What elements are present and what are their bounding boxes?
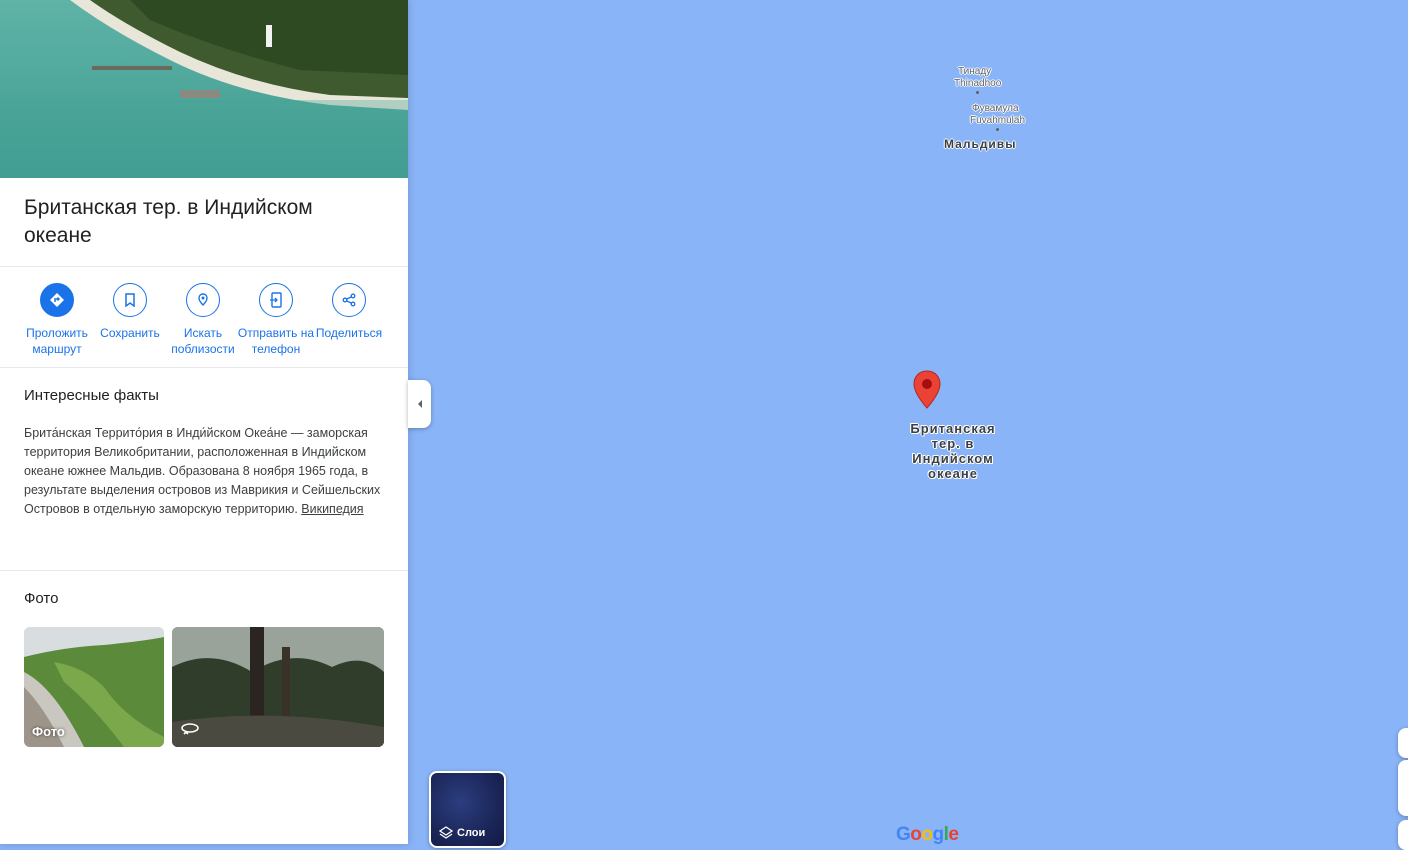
directions-label: Проложить маршрут [26,326,88,356]
map-label-pin[interactable]: Британская тер. в Индийском океане [898,421,1008,481]
nearby-label: Искать поблизости [171,326,235,356]
divider [0,570,408,571]
google-logo: Google [896,824,959,845]
collapse-panel-button[interactable] [408,380,431,428]
send-to-phone-label: Отправить на телефон [237,326,315,356]
layers-button[interactable]: Слои [429,771,506,848]
nearby-button[interactable]: Искать поблизости [163,283,243,357]
layers-label: Слои [457,827,486,839]
directions-button[interactable]: Проложить маршрут [17,283,97,357]
action-buttons: Проложить маршрут Сохранить Искать побли… [14,283,394,363]
chevron-left-icon [417,400,422,408]
layers-icon [439,826,453,839]
facts-heading: Интересные факты [24,387,159,404]
map-label-maldives[interactable]: Мальдивы [944,137,1016,151]
directions-icon [40,283,74,317]
photo-caption: Фото [32,724,65,739]
map-label-fuvahmulah-ru[interactable]: Фувамула [972,103,1019,115]
map-label-thinadhoo-ru[interactable]: Тинаду [958,66,991,78]
place-title: Британская тер. в Индийском океане [24,196,313,247]
share-button[interactable]: Поделиться [309,283,389,341]
side-panel: Британская тер. в Индийском океане Проло… [0,0,408,844]
facts-description: Брита́нская Террито́рия в Инди́йском Оке… [24,424,386,519]
divider [0,367,408,368]
map-marker-dot [976,91,979,94]
divider [0,266,408,267]
save-label: Сохранить [100,326,160,340]
share-label: Поделиться [315,326,383,340]
hero-photo[interactable] [0,0,408,178]
map-label-fuvahmulah-en[interactable]: Fuvahmulah [970,115,1025,127]
wikipedia-link[interactable]: Википедия [301,502,363,516]
pegman-button[interactable] [1398,820,1408,850]
street-view-thumbnail[interactable] [172,627,384,747]
send-to-phone-button[interactable]: Отправить на телефон [236,283,316,357]
location-button[interactable] [1398,728,1408,758]
360-icon [180,722,200,739]
map-label-thinadhoo-en[interactable]: Thinadhoo [954,78,1001,90]
zoom-controls[interactable] [1398,760,1408,816]
photo-thumbnail[interactable]: Фото [24,627,164,747]
save-button[interactable]: Сохранить [90,283,170,341]
send-to-phone-icon [259,283,293,317]
photos-heading: Фото [24,590,59,607]
bookmark-icon [113,283,147,317]
share-icon [332,283,366,317]
map-marker-dot [996,128,999,131]
pin-icon[interactable] [912,370,942,410]
nearby-icon [186,283,220,317]
